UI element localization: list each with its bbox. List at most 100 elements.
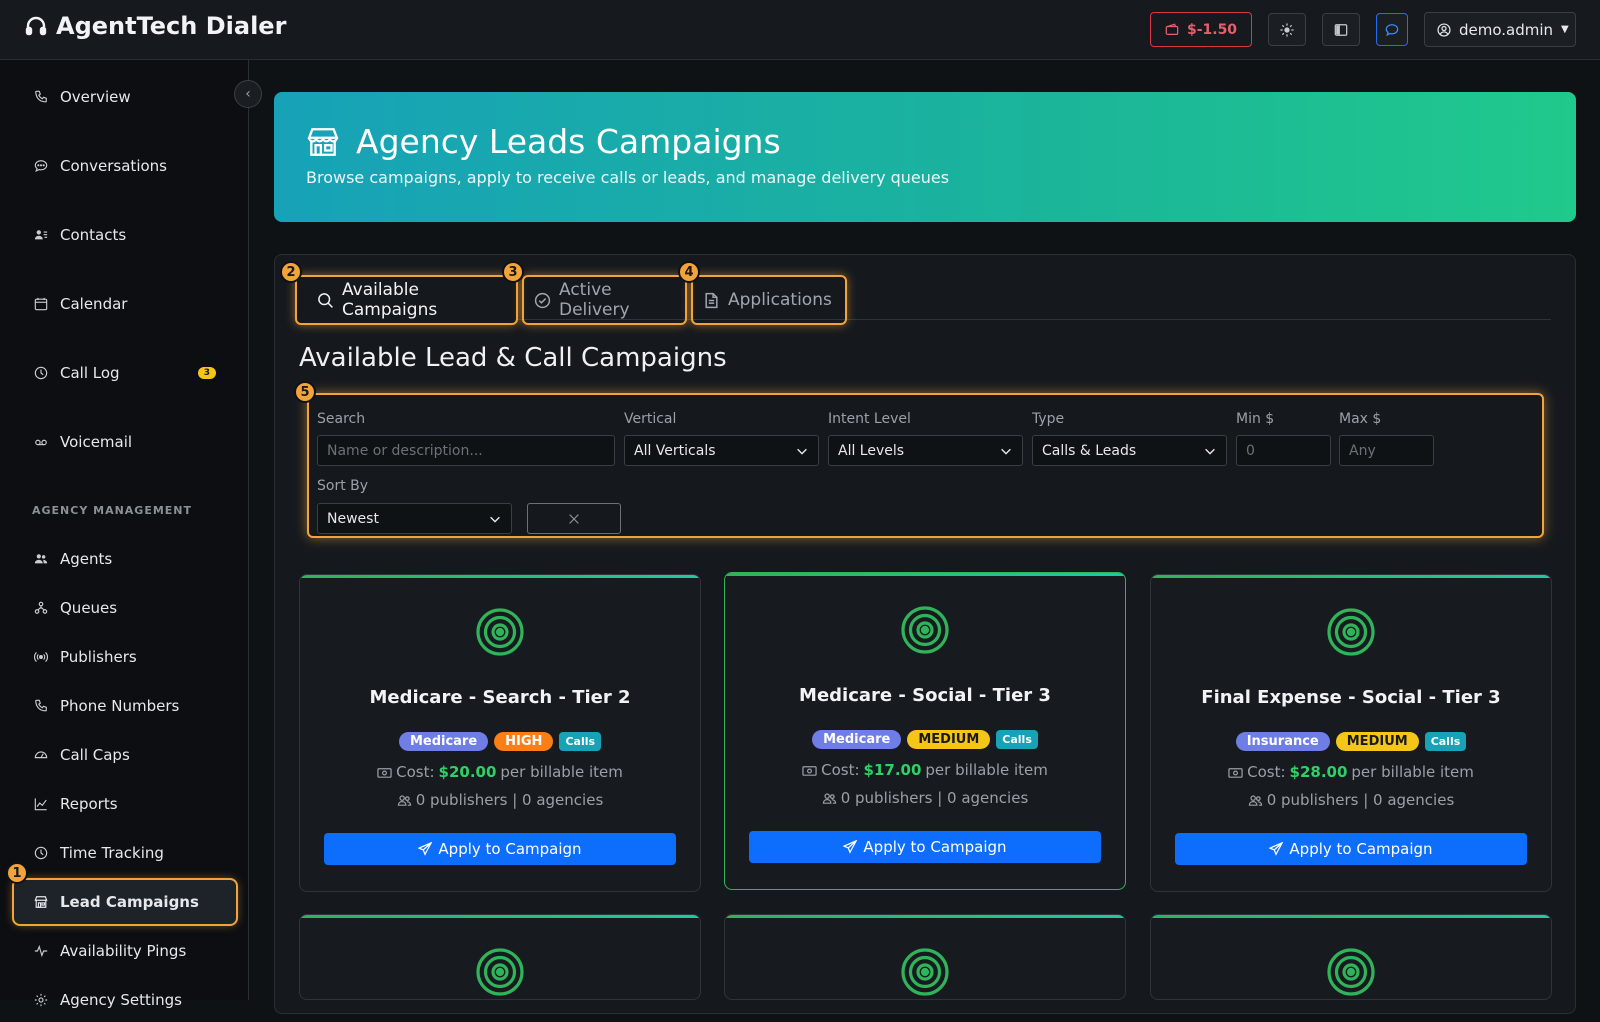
- gear-icon: [34, 993, 48, 1007]
- chat-dots-icon: [34, 159, 48, 173]
- max-price-input[interactable]: Any: [1339, 435, 1434, 466]
- clear-filters-button[interactable]: [527, 503, 621, 534]
- annotation-marker: 2: [280, 261, 302, 283]
- search-label: Search: [317, 411, 366, 427]
- sort-value: Newest: [327, 510, 379, 527]
- intent-level-select[interactable]: All Levels: [828, 435, 1023, 466]
- app-brand[interactable]: AgentTech Dialer: [24, 12, 286, 40]
- intent-level-label: Intent Level: [828, 411, 911, 427]
- apply-label: Apply to Campaign: [863, 838, 1007, 856]
- vertical-badge: Medicare: [398, 732, 489, 751]
- sidebar-item-label: Call Log: [60, 364, 120, 382]
- tab-available-campaigns[interactable]: Available Campaigns: [295, 275, 518, 325]
- person-lines-icon: [34, 228, 48, 242]
- send-icon: [843, 840, 858, 854]
- user-menu-button[interactable]: demo.admin ▼: [1424, 12, 1576, 47]
- calendar-icon: [34, 297, 48, 311]
- caret-down-icon: ▼: [1561, 24, 1569, 35]
- sun-icon: [1280, 22, 1294, 37]
- cost-suffix: per billable item: [500, 763, 623, 781]
- layout-icon: [1334, 23, 1348, 37]
- sidebar-item-reports[interactable]: Reports: [14, 782, 236, 826]
- sidebar-item-agents[interactable]: Agents: [14, 537, 236, 581]
- apply-to-campaign-button[interactable]: Apply to Campaign: [324, 833, 676, 865]
- sidebar-item-voicemail[interactable]: Voicemail: [14, 420, 236, 464]
- apply-to-campaign-button[interactable]: Apply to Campaign: [1175, 833, 1527, 865]
- theme-toggle-button[interactable]: [1268, 13, 1306, 46]
- type-select[interactable]: Calls & Leads: [1032, 435, 1227, 466]
- intent-badge: MEDIUM: [1335, 732, 1419, 751]
- vertical-select[interactable]: All Verticals: [624, 435, 819, 466]
- type-badge: Calls: [996, 730, 1038, 749]
- cost-amount: $28.00: [1289, 763, 1348, 781]
- type-label: Type: [1032, 411, 1065, 427]
- target-icon: [901, 948, 949, 996]
- section-label-agency-management: AGENCY MANAGEMENT: [32, 504, 193, 517]
- vertical-badge: Insurance: [1235, 732, 1330, 751]
- sidebar-item-time-tracking[interactable]: Time Tracking: [14, 831, 236, 875]
- balance-button[interactable]: $-1.50: [1150, 12, 1252, 47]
- min-price-input[interactable]: 0: [1236, 435, 1331, 466]
- campaign-card: Medicare - Social - Tier 3 Medicare MEDI…: [724, 572, 1126, 890]
- sidebar-item-phone-numbers[interactable]: Phone Numbers: [14, 684, 236, 728]
- user-circle-icon: [1437, 22, 1451, 37]
- clock-icon: [34, 366, 48, 380]
- cost-suffix: per billable item: [925, 761, 1048, 779]
- sidebar-item-agency-settings[interactable]: Agency Settings: [14, 978, 236, 1022]
- max-price-label: Max $: [1339, 411, 1382, 427]
- sidebar-item-label: Availability Pings: [60, 942, 187, 960]
- tab-active-delivery[interactable]: Active Delivery: [522, 275, 687, 325]
- sort-select[interactable]: Newest: [317, 503, 512, 534]
- diagram-icon: [34, 601, 48, 615]
- call-log-count-badge: 3: [197, 367, 216, 379]
- cash-icon: [377, 765, 392, 780]
- sidebar-item-conversations[interactable]: Conversations: [14, 144, 236, 188]
- apply-label: Apply to Campaign: [438, 840, 582, 858]
- search-input[interactable]: Name or description...: [317, 435, 615, 466]
- chevron-down-icon: [490, 516, 500, 523]
- annotation-marker: 4: [678, 261, 700, 283]
- sidebar-item-contacts[interactable]: Contacts: [14, 213, 236, 257]
- sidebar-item-label: Voicemail: [60, 433, 133, 451]
- sidebar-item-label: Overview: [60, 88, 131, 106]
- check-circle-icon: [534, 292, 551, 309]
- sidebar-item-publishers[interactable]: Publishers: [14, 635, 236, 679]
- chevron-left-icon: ‹: [245, 86, 251, 102]
- sidebar-item-lead-campaigns[interactable]: Lead Campaigns: [12, 878, 238, 926]
- sidebar-item-label: Queues: [60, 599, 118, 617]
- filters-form: Search Name or description... Vertical A…: [307, 393, 1544, 538]
- clock-icon: [34, 846, 48, 860]
- target-icon: [476, 608, 524, 656]
- chat-icon: [1385, 23, 1399, 37]
- phone-icon: [34, 699, 48, 713]
- app-title: AgentTech Dialer: [56, 12, 287, 40]
- target-icon: [1327, 948, 1375, 996]
- apply-to-campaign-button[interactable]: Apply to Campaign: [749, 831, 1101, 863]
- chat-button[interactable]: [1376, 13, 1408, 46]
- sidebar-item-label: Call Caps: [60, 746, 130, 764]
- campaign-reach: 0 publishers | 0 agencies: [1266, 791, 1455, 809]
- vertical-badge: Medicare: [812, 730, 902, 749]
- cost-suffix: per billable item: [1351, 763, 1474, 781]
- balance-amount: $-1.50: [1186, 21, 1238, 38]
- annotation-marker: 3: [502, 261, 524, 283]
- sidebar-item-queues[interactable]: Queues: [14, 586, 236, 630]
- sidebar-item-call-log[interactable]: Call Log 3: [14, 351, 236, 395]
- sidebar-item-calendar[interactable]: Calendar: [14, 282, 236, 326]
- send-icon: [1269, 842, 1284, 856]
- sidebar-item-overview[interactable]: Overview: [14, 75, 236, 119]
- annotation-marker: 5: [294, 381, 316, 403]
- tab-label: Available Campaigns: [342, 280, 438, 320]
- close-icon: [567, 512, 581, 526]
- campaign-card: Final Expense - Social - Tier 3 Insuranc…: [1150, 574, 1552, 892]
- collapse-sidebar-button[interactable]: ‹: [234, 80, 262, 108]
- section-title: Available Lead & Call Campaigns: [299, 343, 727, 373]
- wallet-icon: [1165, 23, 1179, 37]
- sidebar-item-label: Agents: [60, 550, 113, 568]
- layout-toggle-button[interactable]: [1322, 13, 1360, 46]
- shop-icon: [34, 895, 48, 909]
- tab-applications[interactable]: Applications: [691, 275, 847, 325]
- type-badge: Calls: [559, 732, 602, 751]
- sidebar-item-availability-pings[interactable]: Availability Pings: [14, 929, 236, 973]
- sidebar-item-call-caps[interactable]: Call Caps: [14, 733, 236, 777]
